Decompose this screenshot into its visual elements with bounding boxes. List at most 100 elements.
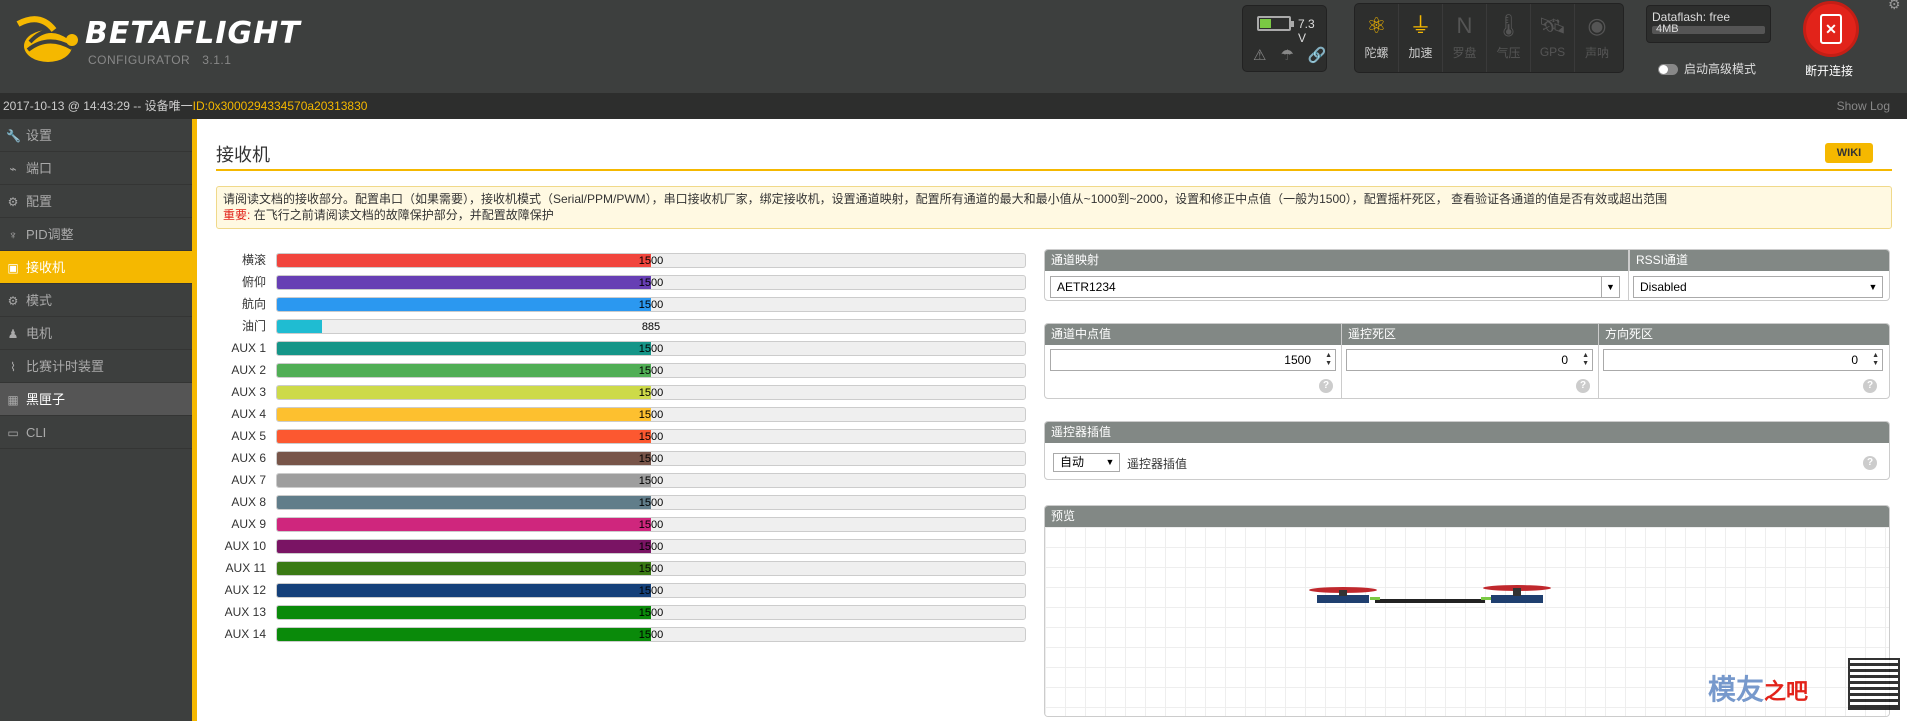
channel-label: 油门 xyxy=(241,319,266,333)
sidebar-item-label: 配置 xyxy=(26,194,53,209)
channel-label: AUX 3 xyxy=(231,385,266,399)
sidebar-item-pid[interactable]: ♆ PID调整 xyxy=(0,218,192,251)
help-icon[interactable]: ? xyxy=(1576,379,1590,393)
help-icon[interactable]: ? xyxy=(1863,379,1877,393)
channel-value: 1500 xyxy=(638,519,664,531)
sidebar: 🔧 设置 ⌁ 端口 ⚙ 配置 ♆ PID调整 ▣ 接收机 ⚙ 模式 ♟ 电机 ⌇ 比赛计时装置 … xyxy=(0,119,192,721)
channel-label: 横滚 xyxy=(241,253,266,267)
channel-row: AUX 7 1500 xyxy=(216,472,1026,494)
sensor-compass: N 罗盘 xyxy=(1443,4,1487,72)
toggle-switch[interactable] xyxy=(1658,64,1678,76)
channel-row: 航向 1500 xyxy=(216,296,1026,318)
sensor-label: 陀螺 xyxy=(1364,46,1389,60)
show-log-link[interactable]: Show Log xyxy=(1837,93,1890,119)
channel-value: 1500 xyxy=(638,343,664,355)
top-header: BETAFLIGHT CONFIGURATOR 3.1.1 7.3 V ⚠ ☂ 🔗… xyxy=(0,0,1907,93)
channel-value: 1500 xyxy=(638,541,664,553)
gps-icon: 🛰 xyxy=(1538,13,1567,38)
sidebar-item-cli[interactable]: ▭ CLI xyxy=(0,416,192,449)
channel-row: 横滚 1500 xyxy=(216,252,1026,274)
channel-value: 1500 xyxy=(638,453,664,465)
channel-row: AUX 11 1500 xyxy=(216,560,1026,582)
sensor-sonar: ◉ 声呐 xyxy=(1575,4,1619,72)
dataflash-title: Dataflash: free xyxy=(1652,10,1731,24)
channel-bar: 1500 xyxy=(276,495,1026,510)
channel-value: 885 xyxy=(641,321,661,333)
channel-label: AUX 11 xyxy=(225,561,266,575)
channel-value: 1500 xyxy=(638,563,664,575)
channel-row: AUX 4 1500 xyxy=(216,406,1026,428)
channel-bar: 1500 xyxy=(276,605,1026,620)
sidebar-item-setup[interactable]: 🔧 设置 xyxy=(0,119,192,152)
battery-fill xyxy=(1260,19,1271,28)
sliders-icon: ♆ xyxy=(8,228,18,242)
warning-icon: ⚠ xyxy=(1253,47,1267,64)
sensor-label: GPS xyxy=(1539,45,1566,59)
channel-value: 1500 xyxy=(638,409,664,421)
channel-bar: 885 xyxy=(276,319,1026,334)
spinner-icon[interactable]: ▲ ▼ xyxy=(1582,352,1589,368)
channel-row: AUX 13 1500 xyxy=(216,604,1026,626)
chevron-down-icon: ▼ xyxy=(1868,282,1878,292)
channel-value: 1500 xyxy=(638,431,664,443)
channel-bar: 1500 xyxy=(276,363,1026,378)
gear-icon[interactable]: ⚙ xyxy=(1888,0,1901,13)
interpolation-header: 遥控器插值 xyxy=(1045,422,1889,443)
link-icon: 🔗 xyxy=(1307,47,1327,64)
sidebar-item-label: 电机 xyxy=(26,326,53,341)
channel-bar: 1500 xyxy=(276,297,1026,312)
interpolation-value: 自动 xyxy=(1060,455,1085,469)
channel-bar: 1500 xyxy=(276,253,1026,268)
yaw-deadband-value: 0 xyxy=(1851,353,1858,367)
disconnect-button[interactable]: ✕ xyxy=(1803,1,1859,57)
version-label: 3.1.1 xyxy=(202,53,232,67)
channel-label: AUX 8 xyxy=(231,495,266,509)
sidebar-item-motors[interactable]: ♟ 电机 xyxy=(0,317,192,350)
channel-bar: 1500 xyxy=(276,583,1026,598)
sidebar-item-label: PID调整 xyxy=(26,227,74,242)
channel-row: AUX 2 1500 xyxy=(216,362,1026,384)
sensor-label: 声呐 xyxy=(1584,46,1609,60)
qr-code-image xyxy=(1848,658,1900,710)
interpolation-select[interactable]: 自动 ▼ xyxy=(1053,453,1120,472)
channel-label: AUX 9 xyxy=(231,517,266,531)
help-icon[interactable]: ? xyxy=(1319,379,1333,393)
sensor-label: 加速 xyxy=(1408,46,1433,60)
midpoint-deadband-panel: 通道中点值 遥控死区 方向死区 1500 ▲ ▼ 0 ▲ ▼ 0 ▲ ▼ ? ? ? xyxy=(1044,323,1890,399)
sidebar-item-race-transponder[interactable]: ⌇ 比赛计时装置 xyxy=(0,350,192,383)
logo-subtitle: CONFIGURATOR 3.1.1 xyxy=(88,53,231,67)
channel-row: AUX 12 1500 xyxy=(216,582,1026,604)
spinner-icon[interactable]: ▲ ▼ xyxy=(1872,352,1879,368)
midpoint-input[interactable]: 1500 ▲ ▼ xyxy=(1050,349,1336,371)
channel-value: 1500 xyxy=(638,475,664,487)
sidebar-item-ports[interactable]: ⌁ 端口 xyxy=(0,152,192,185)
watermark-logo: 模友之吧 xyxy=(1708,668,1808,708)
deadband-input[interactable]: 0 ▲ ▼ xyxy=(1346,349,1593,371)
sidebar-item-receiver[interactable]: ▣ 接收机 xyxy=(0,251,192,284)
wrench-icon: 🔧 xyxy=(6,129,21,143)
midpoint-header: 通道中点值 遥控死区 方向死区 xyxy=(1045,324,1889,345)
yaw-deadband-label: 方向死区 xyxy=(1598,324,1653,345)
spinner-icon[interactable]: ▲ ▼ xyxy=(1325,352,1332,368)
sidebar-item-blackbox[interactable]: ▦ 黑匣子 xyxy=(0,383,192,416)
channel-bar: 1500 xyxy=(276,561,1026,576)
channel-label: AUX 4 xyxy=(231,407,266,421)
channel-bar: 1500 xyxy=(276,429,1026,444)
channel-map-input[interactable]: AETR1234 ▼ xyxy=(1050,276,1620,298)
deadband-value: 0 xyxy=(1561,353,1568,367)
channel-bar: 1500 xyxy=(276,517,1026,532)
channel-bar: 1500 xyxy=(276,341,1026,356)
yaw-deadband-input[interactable]: 0 ▲ ▼ xyxy=(1603,349,1883,371)
sidebar-item-configuration[interactable]: ⚙ 配置 xyxy=(0,185,192,218)
note-line-1: 请阅读文档的接收部分。配置串口（如果需要），接收机模式（Serial/PPM/P… xyxy=(223,192,1668,206)
help-icon[interactable]: ? xyxy=(1863,456,1877,470)
midpoint-label: 通道中点值 xyxy=(1051,327,1112,341)
expert-mode-toggle[interactable]: 启动高级模式 xyxy=(1658,60,1756,77)
channel-row: AUX 9 1500 xyxy=(216,516,1026,538)
wiki-button[interactable]: WIKI xyxy=(1825,143,1873,163)
channel-value: 1500 xyxy=(638,607,664,619)
battery-voltage: 7.3 V xyxy=(1298,17,1315,45)
preview-header: 预览 xyxy=(1045,506,1889,527)
sidebar-item-modes[interactable]: ⚙ 模式 xyxy=(0,284,192,317)
rssi-channel-select[interactable]: Disabled ▼ xyxy=(1633,276,1883,298)
